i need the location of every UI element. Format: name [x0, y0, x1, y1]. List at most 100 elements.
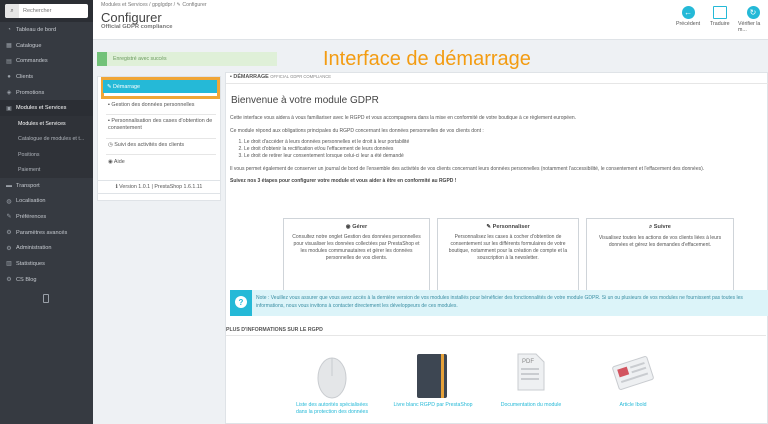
sidebar-item-modules-et-services[interactable]: ▣ Modules et Services [0, 100, 93, 117]
list-item: Le droit de retirer leur consentement lo… [244, 153, 409, 160]
sidebar-item-label: Transport [16, 182, 40, 189]
sidebar-item-promotions[interactable]: ◈ Promotions [0, 85, 93, 101]
arrow-left-icon: ← [681, 6, 695, 19]
wrench-icon: ✎ [6, 214, 12, 221]
more-info-title: PLUS D'INFORMATIONS SUR LE RGPD [226, 327, 323, 333]
search-icon: ⌕ [649, 224, 653, 230]
sidebar-item-pr-f-rences[interactable]: ✎ Préférences [0, 209, 93, 225]
sidebar-item-label: CS Blog [16, 276, 37, 283]
sidebar-item-label: Modules et Services [16, 105, 67, 112]
divider [226, 83, 768, 84]
sidebar-item-label: Paramètres avancés [16, 229, 68, 236]
sidebar-item-catalogue[interactable]: ▦ Catalogue [0, 38, 93, 54]
mouse-icon [317, 357, 347, 399]
sidebar-item-label: Localisation [16, 198, 46, 205]
search-icon[interactable]: ⌕ [5, 4, 19, 18]
eye-icon: ◉ [345, 224, 351, 230]
sidebar-item-label: Promotions [16, 89, 45, 96]
pencil-icon: ✎ [486, 224, 492, 230]
obligations-text: Ce module répond aux obligations princip… [230, 128, 484, 134]
tab-consent-customization[interactable]: ▪ Personnalisation des cases d'obtention… [108, 118, 216, 132]
collapse-menu-icon[interactable] [43, 293, 49, 303]
translate-button[interactable]: Traduire [710, 6, 730, 27]
stats-icon: ▥ [6, 261, 12, 268]
dashboard-icon: ◔ [7, 26, 11, 33]
sidebar-item-label: Modules et Services [18, 120, 66, 127]
svg-text:PDF: PDF [522, 359, 534, 365]
notebook-icon [417, 354, 447, 398]
rights-list: Le droit d'accéder à leurs données perso… [244, 139, 409, 161]
breadcrumb: Modules et Services / gpglgdpr / ✎ Confi… [101, 2, 207, 8]
sidebar-item-commandes[interactable]: ▤ Commandes [0, 53, 93, 69]
steps-text: Suivez nos 3 étapes pour configurer votr… [230, 178, 457, 184]
cogs-icon: ⚙ [6, 230, 12, 237]
back-button[interactable]: ← Précédent [676, 6, 700, 27]
transport-icon: ▬ [6, 182, 12, 189]
clients-icon: ● [7, 73, 11, 80]
sidebar-item-param-tres-avanc-s[interactable]: ⚙ Paramètres avancés [0, 225, 93, 241]
sidebar-item-label: Catalogue [16, 42, 42, 49]
welcome-title: Bienvenue à votre module GDPR [231, 95, 379, 106]
page-title: Configurer [101, 10, 162, 25]
modules-icon: ▣ [6, 105, 12, 112]
search-box[interactable]: ⌕ [5, 4, 88, 18]
sidebar-item-administration[interactable]: ⚙ Administration [0, 240, 93, 256]
divider [106, 114, 216, 115]
divider [106, 154, 216, 155]
sidebar-item-label: Positions [18, 151, 40, 158]
sidebar-item-positions[interactable]: Positions [0, 146, 93, 163]
tab-demarrage[interactable]: ✎ Démarrage [103, 80, 217, 93]
journal-text: Il vous permet également de conserver un… [230, 166, 705, 172]
sidebar-item-paiement[interactable]: Paiement [0, 162, 93, 178]
link-documentation[interactable]: Documentation du module [491, 402, 571, 409]
sidebar-item-label: Catalogue de modules et t... [18, 136, 85, 143]
sidebar-item-clients[interactable]: ● Clients [0, 69, 93, 85]
tab-activity-tracking[interactable]: ◷ Suivi des activités des clients [108, 142, 216, 149]
link-whitepaper[interactable]: Livre blanc RGPD par PrestaShop [388, 402, 478, 409]
sidebar: ⌕ ◔ Tableau de bord ▦ Catalogue ▤ Commandes ● C… [0, 0, 93, 424]
card-manage[interactable]: ◉ Gérer Consultez notre onglet Gestion d… [283, 218, 430, 294]
sidebar-item-catalogue-de-modules-et-t[interactable]: Catalogue de modules et t... [0, 131, 93, 147]
page-header: Modules et Services / gpglgdpr / ✎ Confi… [93, 0, 768, 40]
sidebar-item-modules-et-services[interactable]: Modules et Services [0, 116, 93, 132]
tab-help[interactable]: ◉ Aide [108, 159, 216, 166]
sidebar-item-label: Clients [16, 73, 34, 80]
sidebar-item-label: Statistiques [16, 260, 45, 267]
globe-icon: ◍ [6, 198, 12, 205]
check-update-button[interactable]: ↻ Vérifier la m... [738, 6, 768, 33]
list-item: Le droit d'obtenir la rectification et/o… [244, 146, 409, 153]
search-input[interactable] [19, 8, 85, 14]
sidebar-item-transport[interactable]: ▬ Transport [0, 178, 93, 194]
sidebar-item-label: Paiement [18, 166, 41, 173]
pdf-icon: PDF [517, 353, 545, 391]
page-subtitle: Official GDPR compliance [101, 24, 173, 30]
tab-data-management[interactable]: ▪ Gestion des données personnelles [108, 102, 216, 109]
question-icon: ? [235, 296, 247, 308]
sidebar-item-tableau-de-bord[interactable]: ◔ Tableau de bord [0, 22, 93, 38]
divider [106, 138, 216, 139]
sidebar-item-statistiques[interactable]: ▥ Statistiques [0, 256, 93, 272]
sidebar-item-cs-blog[interactable]: ⚙ CS Blog [0, 272, 93, 288]
intro-text: Cette interface vous aidera à vous famil… [230, 115, 577, 121]
sidebar-item-label: Commandes [16, 58, 48, 65]
flag-icon [712, 6, 727, 19]
sidebar-item-label: Préférences [16, 213, 47, 220]
note-alert: ? Note : Veuillez vous assurer que vous … [230, 290, 768, 316]
card-customize[interactable]: ✎ Personnaliser Personnalisez les cases … [437, 218, 579, 294]
admin-gear-icon: ⚙ [6, 245, 12, 252]
sidebar-item-localisation[interactable]: ◍ Localisation [0, 193, 93, 209]
version-info: ℹ Version 1.0.1 | PrestaShop 1.6.1.11 [97, 180, 221, 194]
link-authorities[interactable]: Liste des autorités spécialisées dans la… [292, 402, 372, 416]
sidebar-item-label: Tableau de bord [16, 26, 57, 33]
catalog-icon: ▦ [6, 43, 12, 50]
refresh-icon: ↻ [746, 6, 760, 19]
article-icon [612, 356, 654, 390]
success-alert: Enregistré avec succès [97, 52, 277, 66]
blog-icon: ⚙ [6, 277, 12, 284]
card-follow[interactable]: ⌕ Suivre Visualisez toutes les actions d… [586, 218, 734, 294]
panel-heading: ▪ DÉMARRAGE OFFICIAL GDPR COMPLIANCE [230, 74, 332, 80]
divider [226, 335, 766, 336]
link-article[interactable]: Article Ibold [598, 402, 668, 409]
orders-icon: ▤ [6, 58, 12, 65]
list-item: Le droit d'accéder à leurs données perso… [244, 139, 409, 146]
